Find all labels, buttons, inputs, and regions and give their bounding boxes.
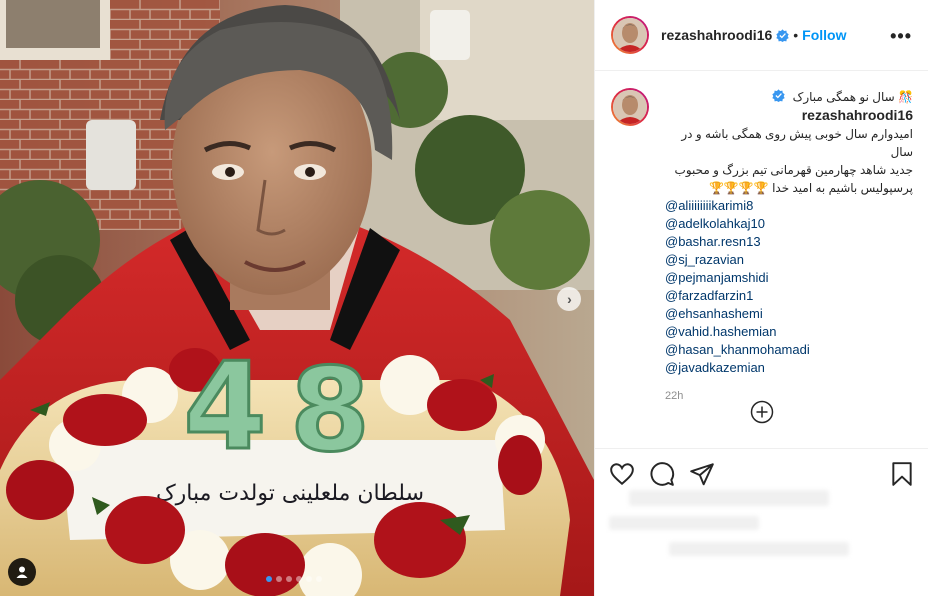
blurred-likes bbox=[609, 516, 759, 530]
mention-link[interactable]: @ehsanhashemi bbox=[665, 305, 913, 323]
header-separator: • bbox=[793, 27, 799, 43]
tagged-users-button[interactable] bbox=[8, 558, 36, 586]
carousel-dot bbox=[286, 576, 292, 582]
chevron-right-icon: › bbox=[567, 291, 572, 307]
verified-badge-icon bbox=[772, 89, 785, 102]
user-tag-icon bbox=[16, 566, 28, 578]
mentions-list: @aliiiiiiiikarimi8 @adelkolahkaj10 @bash… bbox=[665, 197, 913, 377]
post-header: rezashahroodi16 • Follow ••• bbox=[595, 0, 928, 71]
carousel-dot bbox=[306, 576, 312, 582]
caption-text: 🎊 سال نو همگی مبارک rezashahroodi16 امید… bbox=[665, 88, 913, 197]
carousel-dot bbox=[296, 576, 302, 582]
carousel-dot bbox=[316, 576, 322, 582]
post-photo: سلطان ملعلینی تولدت مبارک 4 8 bbox=[0, 0, 594, 596]
comments-section[interactable]: 🎊 سال نو همگی مبارک rezashahroodi16 امید… bbox=[595, 72, 928, 448]
mention-link[interactable]: @vahid.hashemian bbox=[665, 323, 913, 341]
caption-avatar[interactable] bbox=[611, 88, 649, 126]
avatar-image bbox=[613, 18, 647, 52]
caption-line: پرسپولیس باشیم به امید خدا 🏆🏆🏆🏆 bbox=[708, 181, 913, 195]
candle-4: 4 bbox=[183, 338, 267, 477]
mention-link[interactable]: @bashar.resn13 bbox=[665, 233, 913, 251]
bookmark-icon[interactable] bbox=[889, 461, 915, 487]
carousel-dot bbox=[266, 576, 272, 582]
comment-icon[interactable] bbox=[649, 461, 675, 487]
follow-button[interactable]: Follow bbox=[802, 27, 846, 43]
avatar[interactable] bbox=[611, 16, 649, 54]
blurred-likes bbox=[629, 490, 829, 506]
avatar-image bbox=[613, 90, 647, 124]
mention-link[interactable]: @sj_razavian bbox=[665, 251, 913, 269]
post-author-username[interactable]: rezashahroodi16 bbox=[661, 27, 772, 43]
mention-link[interactable]: @hasan_khanmohamadi bbox=[665, 341, 913, 359]
caption-line: 🎊 سال نو همگی مبارک bbox=[792, 90, 913, 104]
carousel-dot bbox=[276, 576, 282, 582]
carousel-indicator bbox=[266, 576, 322, 582]
mention-link[interactable]: @aliiiiiiiikarimi8 bbox=[665, 197, 913, 215]
post-timestamp[interactable]: 22h bbox=[665, 387, 913, 405]
share-icon[interactable] bbox=[689, 461, 715, 487]
post-side-panel: rezashahroodi16 • Follow ••• 🎊 سال نو هم… bbox=[594, 0, 928, 596]
add-comment-icon[interactable] bbox=[750, 400, 774, 424]
likes-placeholder bbox=[609, 490, 899, 570]
cake-inscription: سلطان ملعلینی تولدت مبارک bbox=[156, 481, 424, 506]
mention-link[interactable]: @pejmanjamshidi bbox=[665, 269, 913, 287]
candle-8: 8 bbox=[290, 344, 370, 478]
caption-author-username[interactable]: rezashahroodi16 bbox=[802, 106, 913, 124]
mention-link[interactable]: @farzadfarzin1 bbox=[665, 287, 913, 305]
carousel-next-button[interactable]: › bbox=[557, 287, 581, 311]
heart-icon[interactable] bbox=[609, 461, 635, 487]
mention-link[interactable]: @javadkazemian bbox=[665, 359, 913, 377]
post-media[interactable]: سلطان ملعلینی تولدت مبارک 4 8 › bbox=[0, 0, 594, 596]
blurred-likes bbox=[669, 542, 849, 556]
instagram-post: سلطان ملعلینی تولدت مبارک 4 8 › rezashah… bbox=[0, 0, 928, 596]
caption: 🎊 سال نو همگی مبارک rezashahroodi16 امید… bbox=[665, 88, 913, 405]
caption-row: 🎊 سال نو همگی مبارک rezashahroodi16 امید… bbox=[611, 88, 913, 405]
verified-badge-icon bbox=[776, 28, 789, 42]
caption-line: جدید شاهد چهارمین قهرمانی تیم بزرگ و محب… bbox=[674, 163, 913, 177]
caption-line: امیدوارم سال خوبی پیش روی همگی باشه و در… bbox=[681, 127, 913, 159]
mention-link[interactable]: @adelkolahkaj10 bbox=[665, 215, 913, 233]
more-options-icon[interactable]: ••• bbox=[890, 27, 912, 45]
